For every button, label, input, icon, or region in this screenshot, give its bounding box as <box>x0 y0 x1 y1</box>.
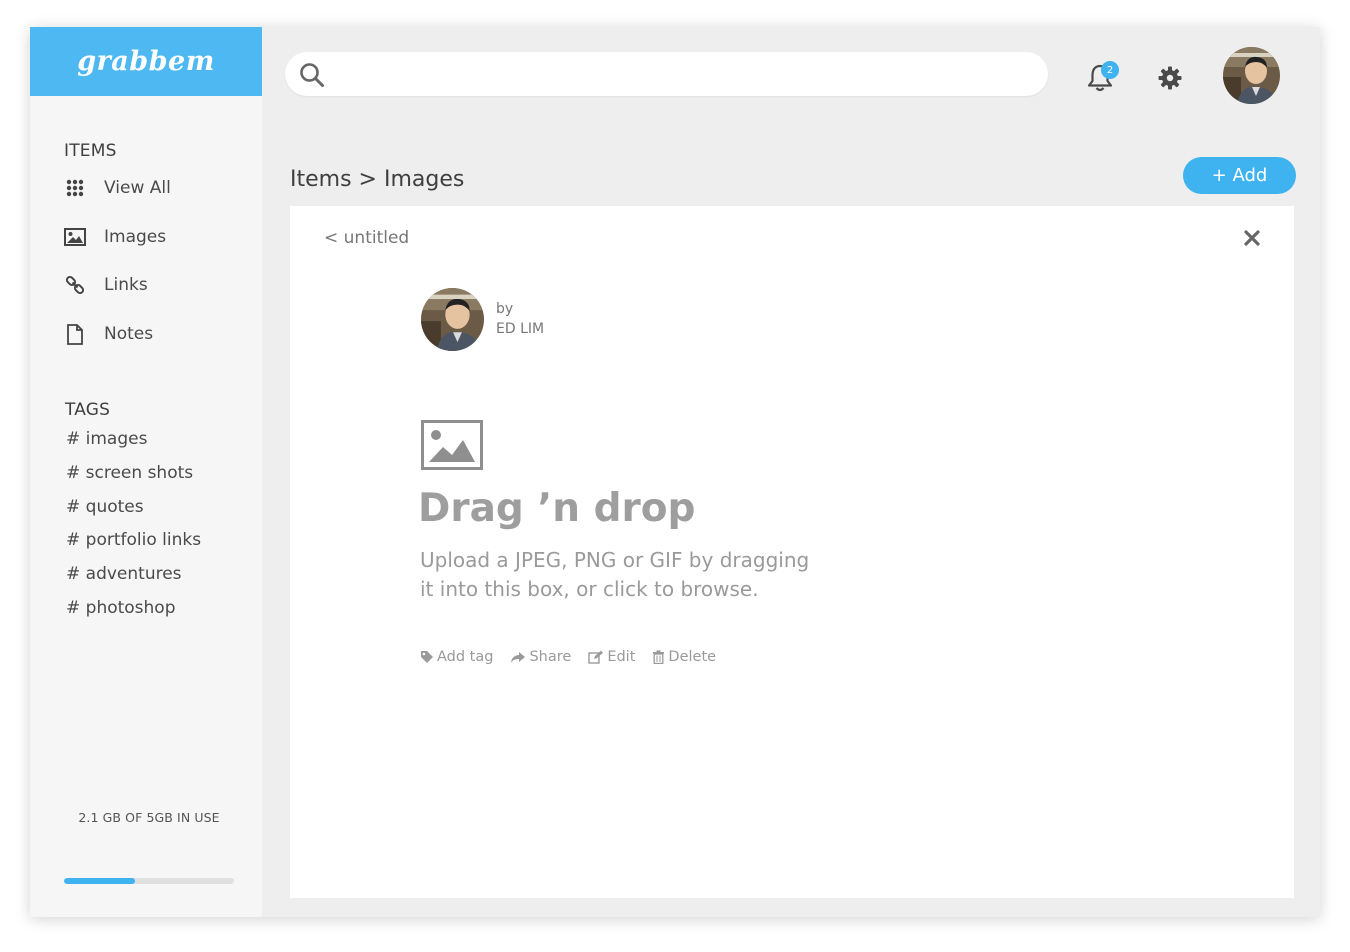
share-action[interactable]: Share <box>510 649 571 665</box>
image-placeholder-icon[interactable] <box>421 420 483 474</box>
breadcrumb: Items > Images <box>290 167 465 192</box>
search-input[interactable] <box>337 52 1027 96</box>
tag-photoshop[interactable]: # photoshop <box>66 598 176 618</box>
item-panel: < untitled by ED LIM Drag ’n drop Upload… <box>290 206 1294 898</box>
author-avatar <box>421 288 484 351</box>
tag-adventures[interactable]: # adventures <box>66 564 182 584</box>
storage-progress-bar <box>64 878 234 884</box>
sidebar-item-label: Notes <box>104 324 154 344</box>
edit-label: Edit <box>607 649 636 665</box>
author-name: ED LIM <box>496 321 545 337</box>
delete-action[interactable]: Delete <box>652 649 716 665</box>
edit-icon <box>588 650 604 664</box>
tag-portfolio-links[interactable]: # portfolio links <box>66 530 201 550</box>
sidebar-item-notes[interactable]: Notes <box>64 323 153 345</box>
search-icon <box>299 62 325 92</box>
app-logo: grabbem <box>77 46 215 77</box>
back-link[interactable]: < untitled <box>324 228 409 248</box>
sidebar-item-view-all[interactable]: View All <box>64 177 171 199</box>
sidebar: ITEMS View All Images Links Notes TAGS #… <box>30 96 262 917</box>
drop-zone-description: Upload a JPEG, PNG or GIF by dragging it… <box>420 548 810 601</box>
tag-screen-shots[interactable]: # screen shots <box>66 463 193 483</box>
add-tag-action[interactable]: Add tag <box>420 649 493 665</box>
add-button[interactable]: + Add <box>1183 157 1296 194</box>
share-icon <box>511 651 526 663</box>
link-icon <box>64 274 86 296</box>
items-section-title: ITEMS <box>64 141 117 161</box>
trash-icon <box>653 650 665 664</box>
grid-icon <box>64 177 86 199</box>
note-icon <box>64 323 86 345</box>
sidebar-item-links[interactable]: Links <box>64 274 148 296</box>
notification-badge: 2 <box>1101 61 1119 79</box>
author-by-label: by <box>496 301 514 317</box>
edit-action[interactable]: Edit <box>588 649 635 665</box>
delete-label: Delete <box>668 649 717 665</box>
storage-usage-text: 2.1 GB OF 5GB IN USE <box>78 810 220 825</box>
add-tag-label: Add tag <box>437 649 494 665</box>
user-avatar[interactable] <box>1223 47 1280 104</box>
gear-icon[interactable] <box>1158 66 1182 94</box>
tag-icon <box>421 651 433 663</box>
search-bar[interactable] <box>285 52 1048 96</box>
item-actions: Add tag Share Edit Delete <box>420 649 733 665</box>
drop-zone-title[interactable]: Drag ’n drop <box>418 486 695 531</box>
sidebar-item-label: View All <box>104 178 171 198</box>
image-icon <box>64 226 86 248</box>
tags-section-title: TAGS <box>65 400 111 420</box>
logo-bar[interactable]: grabbem <box>30 27 262 96</box>
storage-progress-fill <box>64 878 136 884</box>
tag-quotes[interactable]: # quotes <box>66 497 144 517</box>
sidebar-item-images[interactable]: Images <box>64 226 166 248</box>
sidebar-item-label: Images <box>104 227 167 247</box>
close-icon[interactable] <box>1244 230 1260 250</box>
share-label: Share <box>529 649 572 665</box>
app-window: grabbem ITEMS View All Images Links Note… <box>30 27 1320 917</box>
tag-images[interactable]: # images <box>66 429 147 449</box>
sidebar-item-label: Links <box>104 275 148 295</box>
